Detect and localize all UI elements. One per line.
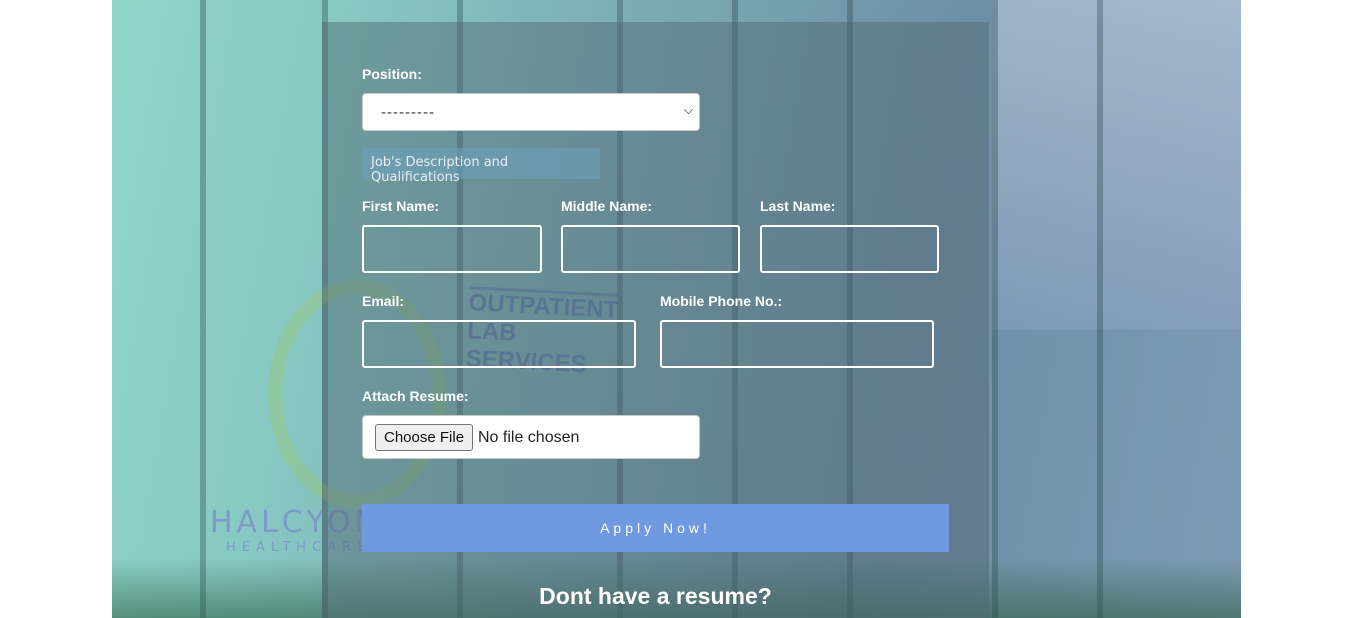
- ceiling-structure: [992, 0, 1241, 330]
- file-status-text: No file chosen: [478, 429, 580, 446]
- position-select-value: ---------: [381, 104, 435, 121]
- email-label: Email:: [362, 293, 405, 309]
- position-select[interactable]: --------- ⌵: [362, 93, 700, 131]
- last-name-label: Last Name:: [760, 198, 836, 214]
- window-mullion: [200, 0, 206, 618]
- first-name-input[interactable]: [362, 225, 542, 273]
- middle-name-input[interactable]: [561, 225, 740, 273]
- window-mullion: [1097, 0, 1103, 618]
- middle-name-label: Middle Name:: [561, 198, 653, 214]
- first-name-label: First Name:: [362, 198, 440, 214]
- mobile-phone-input[interactable]: [660, 320, 934, 368]
- position-label: Position:: [362, 66, 422, 82]
- apply-now-button[interactable]: Apply Now!: [362, 504, 949, 552]
- no-resume-heading: Dont have a resume?: [539, 583, 772, 609]
- job-description-button[interactable]: Job's Description and Qualifications: [362, 148, 600, 185]
- last-name-input[interactable]: [760, 225, 939, 273]
- resume-file-input[interactable]: Choose File No file chosen: [362, 415, 700, 459]
- mobile-phone-label: Mobile Phone No.:: [660, 293, 783, 309]
- choose-file-button[interactable]: Choose File: [375, 424, 474, 451]
- attach-resume-label: Attach Resume:: [362, 388, 469, 404]
- chevron-down-icon: ⌵: [683, 103, 693, 117]
- window-mullion: [992, 0, 998, 618]
- email-input[interactable]: [362, 320, 636, 368]
